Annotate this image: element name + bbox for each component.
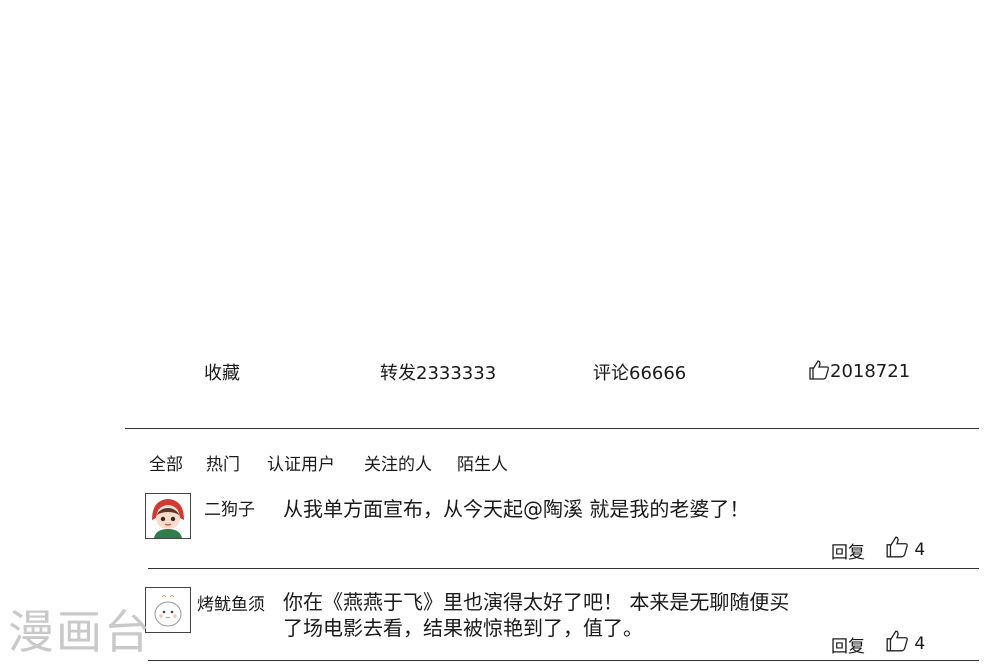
repost-button[interactable]: 转发2333333	[380, 359, 496, 385]
watermark-logo: 漫画台	[8, 605, 152, 659]
comment-like-button[interactable]: 4	[885, 535, 925, 560]
comment-like-count: 4	[914, 634, 926, 654]
comment-username[interactable]: 烤鱿鱼须	[197, 590, 265, 615]
tab-following[interactable]: 关注的人	[364, 450, 432, 475]
comment-like-button[interactable]: 4	[885, 629, 925, 654]
comment-divider	[148, 660, 979, 661]
avatar-image	[146, 588, 190, 632]
favorite-button[interactable]: 收藏	[204, 359, 240, 385]
comment-text-line-1: 你在《燕燕于飞》里也演得太好了吧！ 本来是无聊随便买	[283, 590, 790, 614]
thumbs-up-icon	[886, 536, 908, 558]
avatar-image	[146, 494, 190, 538]
action-divider	[125, 428, 979, 429]
thumbs-up-icon	[886, 630, 908, 652]
thumbs-up-icon	[809, 360, 829, 380]
comments-button[interactable]: 评论66666	[593, 359, 686, 385]
comment-like-count: 4	[914, 540, 926, 560]
comment-text: 从我单方面宣布，从今天起@陶溪 就是我的老婆了！	[283, 497, 750, 521]
tab-verified-users[interactable]: 认证用户	[267, 450, 335, 475]
reply-button[interactable]: 回复	[831, 538, 865, 563]
comment-divider	[148, 568, 979, 569]
tab-hot[interactable]: 热门	[206, 450, 240, 475]
like-count: 2018721	[830, 361, 911, 382]
tab-all[interactable]: 全部	[149, 450, 183, 475]
reply-button[interactable]: 回复	[831, 632, 865, 657]
comment-username[interactable]: 二狗子	[204, 495, 255, 520]
like-button[interactable]: 2018721	[808, 359, 910, 382]
avatar[interactable]	[145, 493, 191, 539]
comment-text-line-2: 了场电影去看，结果被惊艳到了，值了。	[283, 616, 643, 640]
tab-strangers[interactable]: 陌生人	[457, 450, 508, 475]
